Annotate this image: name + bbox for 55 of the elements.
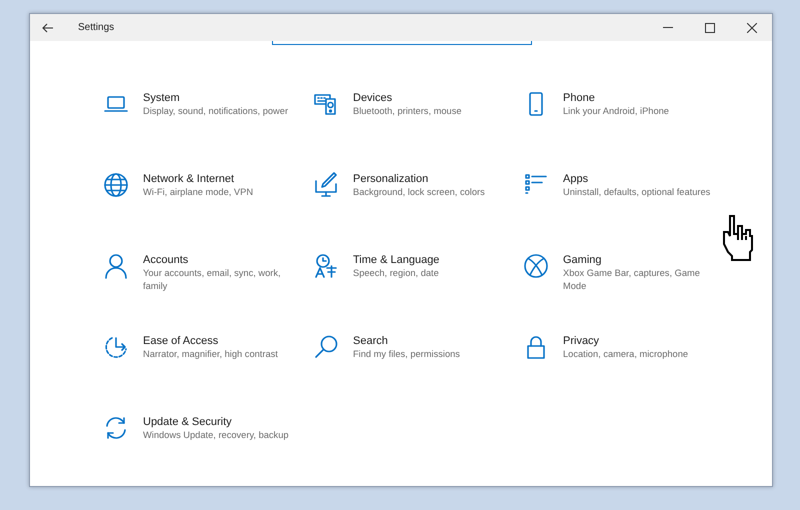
category-title: Devices	[353, 91, 394, 105]
category-description: Bluetooth, printers, mouse	[353, 105, 462, 118]
category-title: System	[143, 91, 181, 105]
back-arrow-icon	[42, 22, 54, 32]
category-title: Personalization	[353, 172, 430, 186]
category-description: Link your Android, iPhone	[563, 105, 669, 118]
keyboard-speaker-icon	[313, 91, 339, 117]
window-title: Settings	[78, 21, 114, 35]
settings-category[interactable]: Phone Link your Android, iPhone	[523, 91, 719, 118]
category-description: Windows Update, recovery, backup	[143, 429, 289, 442]
search-field[interactable]	[272, 41, 532, 45]
close-icon	[747, 22, 757, 32]
category-description: Location, camera, microphone	[563, 348, 688, 361]
category-title: Phone	[563, 91, 596, 105]
category-description: Find my files, permissions	[353, 348, 460, 361]
settings-category[interactable]: Personalization Background, lock screen, colors	[313, 172, 509, 199]
category-title: Gaming	[563, 253, 603, 267]
category-description: Wi-Fi, airplane mode, VPN	[143, 186, 254, 199]
category-title: Privacy	[563, 334, 600, 348]
category-title: Accounts	[143, 253, 190, 267]
category-description: Display, sound, notifications, power	[143, 105, 288, 118]
category-title: Network & Internet	[143, 172, 236, 186]
monitor-brush-icon	[313, 172, 339, 198]
person-icon	[103, 253, 129, 279]
globe-icon	[103, 172, 129, 198]
settings-category[interactable]: Update & Security Windows Update, recovery, backup	[103, 415, 299, 442]
xbox-logo-icon	[523, 253, 549, 279]
category-title: Time & Language	[353, 253, 440, 267]
minimize-icon	[663, 27, 673, 28]
clock-language-icon	[313, 253, 339, 279]
settings-category[interactable]: Time & Language Speech, region, date	[313, 253, 509, 280]
settings-category[interactable]: Apps Uninstall, defaults, optional features	[523, 172, 719, 199]
settings-category[interactable]: Privacy Location, camera, microphone	[523, 334, 719, 361]
settings-category[interactable]: Gaming Xbox Game Bar, captures, Game Mode	[523, 253, 719, 293]
category-title: Ease of Access	[143, 334, 220, 348]
category-description: Xbox Game Bar, captures, Game Mode	[563, 267, 701, 293]
settings-category[interactable]: Search Find my files, permissions	[313, 334, 509, 361]
category-description: Speech, region, date	[353, 267, 440, 280]
settings-category[interactable]: Ease of Access Narrator, magnifier, high contrast	[103, 334, 299, 361]
hand-cursor-icon	[720, 214, 756, 262]
category-title: Update & Security	[143, 415, 233, 429]
category-description: Your accounts, email, sync, work, family	[143, 267, 282, 293]
settings-category[interactable]: System Display, sound, notifications, power	[103, 91, 299, 118]
settings-category[interactable]: Network & Internet Wi-Fi, airplane mode, VPN	[103, 172, 299, 199]
settings-category[interactable]: Devices Bluetooth, printers, mouse	[313, 91, 509, 118]
settings-category[interactable]: Accounts Your accounts, email, sync, work, family	[103, 253, 299, 293]
ease-of-access-icon	[103, 334, 129, 360]
category-description: Uninstall, defaults, optional features	[563, 186, 710, 199]
category-title: Apps	[563, 172, 590, 186]
category-description: Background, lock screen, colors	[353, 186, 485, 199]
maximize-icon	[705, 22, 715, 32]
search-icon	[313, 334, 339, 360]
sync-arrows-icon	[103, 415, 129, 441]
category-title: Search	[353, 334, 389, 348]
category-description: Narrator, magnifier, high contrast	[143, 348, 278, 361]
